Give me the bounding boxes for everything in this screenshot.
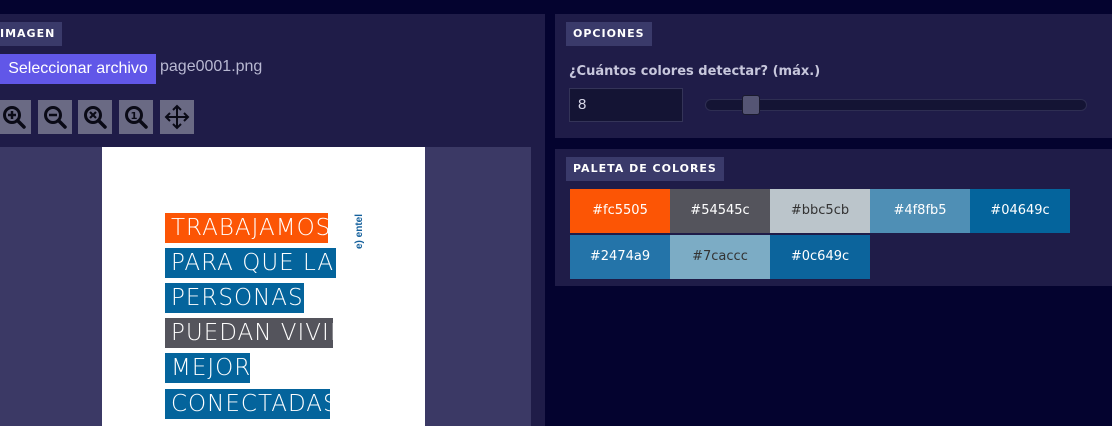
zoom-reset-button[interactable] — [78, 100, 112, 134]
color-swatch[interactable]: #7caccc — [670, 235, 770, 279]
zoom-out-button[interactable] — [38, 100, 72, 134]
headline-line: MEJOR — [165, 353, 250, 383]
palette-panel: PALETA DE COLORES #fc5505 #54545c #bbc5cb #… — [555, 149, 1112, 286]
color-swatch[interactable]: #04649c — [970, 189, 1070, 233]
color-count-label: ¿Cuántos colores detectar? (máx.) — [569, 64, 821, 79]
section-tag-imagen: IMAGEN — [0, 22, 63, 46]
headline-line: PUEDAN VIVIR — [165, 318, 346, 348]
headline-line: PERSONAS — [165, 283, 304, 313]
section-tag-opciones: OPCIONES — [566, 22, 652, 46]
color-swatch[interactable]: #fc5505 — [570, 189, 670, 233]
file-name-label: page0001.png — [160, 58, 263, 75]
headline-line: PARA QUE LAS — [165, 248, 349, 278]
zoom-actual-size-button[interactable]: 1 — [119, 100, 153, 134]
color-swatch[interactable]: #2474a9 — [570, 235, 670, 279]
headline-line: CONECTADAS — [165, 389, 338, 419]
color-swatch[interactable]: #bbc5cb — [770, 189, 870, 233]
select-file-button[interactable]: Seleccionar archivo — [0, 54, 156, 84]
section-tag-paleta: PALETA DE COLORES — [566, 157, 724, 181]
options-panel: OPCIONES ¿Cuántos colores detectar? (máx… — [555, 14, 1112, 138]
headline-line: TRABAJAMOS — [165, 213, 330, 243]
color-count-input[interactable]: 8 — [569, 88, 683, 122]
image-panel: IMAGEN Seleccionar archivo page0001.png … — [0, 14, 545, 426]
preview-image: TRABAJAMOS PARA QUE LAS PERSONAS PUEDAN VIV… — [102, 147, 425, 426]
svg-text:1: 1 — [131, 111, 138, 122]
color-swatch[interactable]: #54545c — [670, 189, 770, 233]
color-count-slider[interactable] — [705, 95, 1087, 115]
move-button[interactable] — [160, 100, 194, 134]
image-preview-area[interactable]: TRABAJAMOS PARA QUE LAS PERSONAS PUEDAN VIV… — [0, 147, 531, 426]
zoom-in-button[interactable] — [0, 100, 31, 134]
zoom-out-icon — [44, 106, 67, 129]
color-swatch[interactable]: #0c649c — [770, 235, 870, 279]
color-swatch[interactable]: #4f8fb5 — [870, 189, 970, 233]
slider-thumb[interactable] — [742, 95, 761, 115]
zoom-actual-icon: 1 — [125, 106, 148, 129]
zoom-in-icon — [3, 106, 26, 129]
zoom-reset-icon — [84, 106, 107, 129]
entel-logo: e) entel — [354, 213, 365, 249]
move-icon — [164, 104, 190, 130]
